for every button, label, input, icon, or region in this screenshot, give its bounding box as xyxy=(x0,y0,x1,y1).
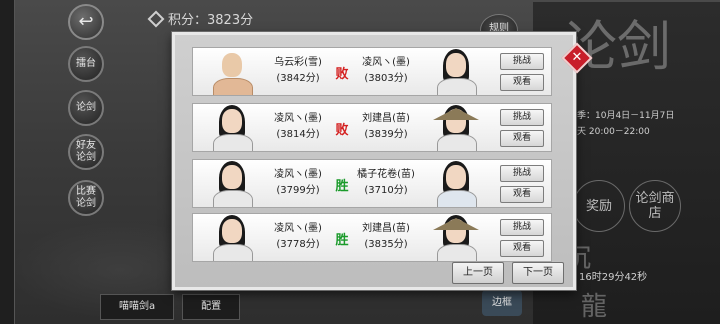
watch-button[interactable]: 观看 xyxy=(500,240,544,257)
avatar xyxy=(209,48,255,95)
avatar xyxy=(433,104,479,151)
profile-chip[interactable]: 喵喵剑a xyxy=(100,294,175,320)
avatar xyxy=(433,48,479,95)
frame-button[interactable]: 边框 xyxy=(482,290,522,316)
prev-page-button[interactable]: 上一页 xyxy=(452,262,504,284)
countdown-timer: 16时29分42秒 xyxy=(579,272,648,283)
right-player-name: 凌风ヽ(墨) xyxy=(362,57,410,68)
shop-button[interactable]: 论剑商店 xyxy=(629,180,681,232)
sidebar-item-lunjian[interactable]: 论剑 xyxy=(68,90,104,126)
right-player-score: (3803分) xyxy=(364,73,408,84)
diamond-icon xyxy=(147,10,165,27)
sidebar-item-label: 论剑 xyxy=(76,102,96,113)
season-time: 天 20:00－22:00 xyxy=(577,127,650,137)
score-text: 积分：3823分 xyxy=(168,13,254,28)
sidebar-item-label: 擂台 xyxy=(76,58,96,69)
sidebar-item-match-lunjian[interactable]: 比赛论剑 xyxy=(68,180,104,216)
list-item: 凌风ヽ(墨) (3799分) 胜 橘子花卷(苗) (3710分) 挑战 观看 xyxy=(192,159,552,208)
rewards-label: 奖励 xyxy=(585,198,612,214)
watch-button[interactable]: 观看 xyxy=(500,130,544,147)
right-player-score: (3835分) xyxy=(364,239,408,250)
season-date: 季：10月4日－11月7日 xyxy=(577,111,675,121)
shop-label: 论剑商店 xyxy=(635,191,675,221)
right-player-name: 刘建昌(苗) xyxy=(362,113,410,124)
score-display: 积分：3823分 xyxy=(147,9,254,28)
list-item: 乌云彩(雪) (3842分) 败 凌风ヽ(墨) (3803分) 挑战 观看 xyxy=(192,47,552,96)
avatar xyxy=(433,160,479,207)
sidebar-item-label: 比赛论剑 xyxy=(76,186,96,209)
next-page-button[interactable]: 下一页 xyxy=(512,262,564,284)
avatar xyxy=(209,104,255,151)
right-player-name: 橘子花卷(苗) xyxy=(357,169,415,180)
sidebar-item-friend-lunjian[interactable]: 好友论剑 xyxy=(68,134,104,170)
right-player-score: (3710分) xyxy=(364,185,408,196)
left-edge-bar xyxy=(0,0,15,324)
right-player-score: (3839分) xyxy=(364,129,408,140)
avatar xyxy=(209,214,255,261)
list-item: 凌风ヽ(墨) (3778分) 胜 刘建昌(苗) (3835分) 挑战 观看 xyxy=(192,213,552,262)
list-item: 凌风ヽ(墨) (3814分) 败 刘建昌(苗) (3839分) 挑战 观看 xyxy=(192,103,552,152)
sidebar-item-arena[interactable]: 擂台 xyxy=(68,46,104,82)
back-arrow-icon[interactable]: ↩ xyxy=(68,4,104,40)
challenge-button[interactable]: 挑战 xyxy=(500,165,544,182)
config-button[interactable]: 配置 xyxy=(182,294,241,320)
challenge-button[interactable]: 挑战 xyxy=(500,53,544,70)
watch-button[interactable]: 观看 xyxy=(500,74,544,91)
challenge-button[interactable]: 挑战 xyxy=(500,219,544,236)
avatar xyxy=(209,160,255,207)
avatar xyxy=(433,214,479,261)
challenge-button[interactable]: 挑战 xyxy=(500,109,544,126)
bottom-bar: 喵喵剑a 配置 xyxy=(100,294,241,324)
rewards-button[interactable]: 奖励 xyxy=(573,180,625,232)
rank-art-bottom: 龍 xyxy=(581,292,608,322)
right-player-name: 刘建昌(苗) xyxy=(362,223,410,234)
watch-button[interactable]: 观看 xyxy=(500,186,544,203)
sidebar-item-label: 好友论剑 xyxy=(76,140,96,163)
